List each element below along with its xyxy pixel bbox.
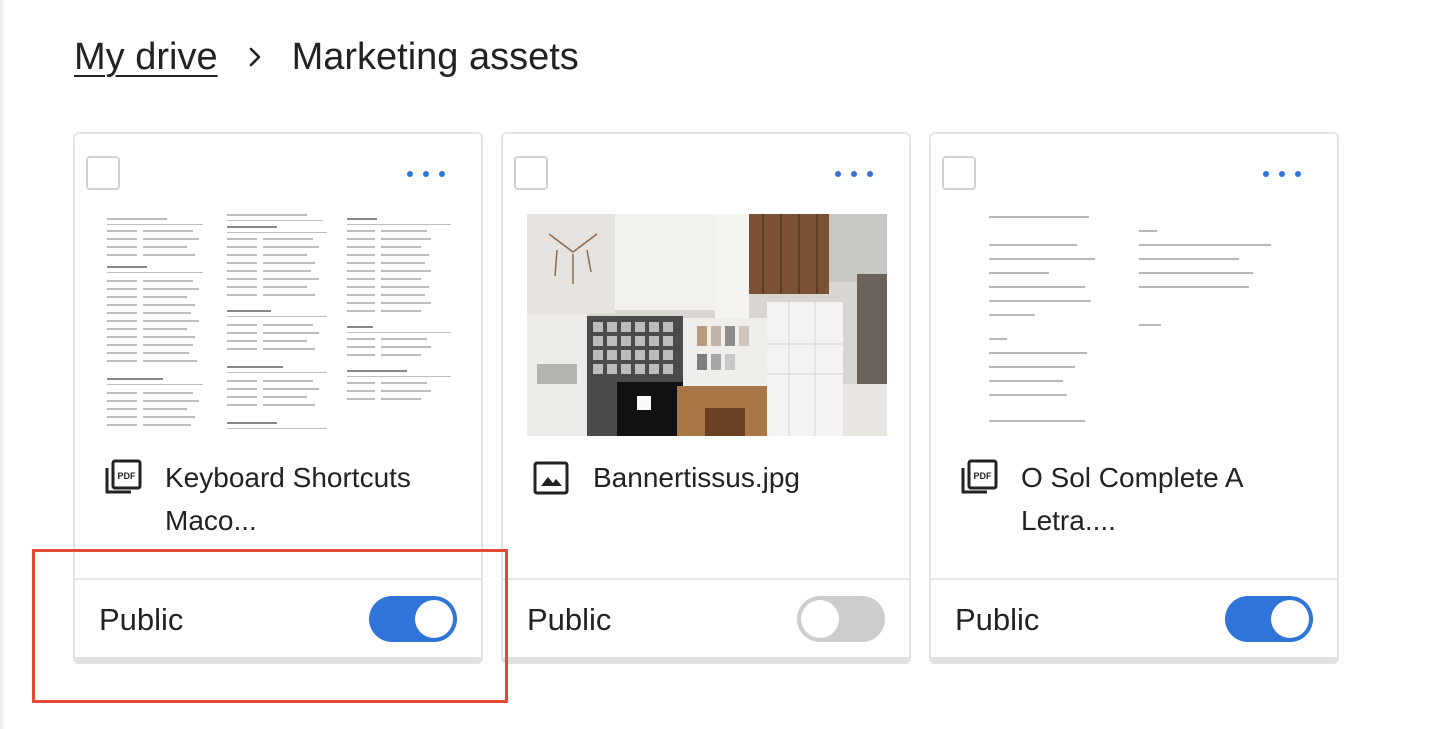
file-select-checkbox[interactable]	[942, 156, 976, 190]
pdf-file-icon: PDF	[103, 458, 143, 498]
image-file-icon	[531, 458, 571, 498]
svg-text:PDF: PDF	[974, 471, 993, 481]
more-horizontal-icon[interactable]	[1263, 164, 1301, 184]
file-name-row[interactable]: PDF O Sol Complete A Letra....	[959, 456, 1317, 542]
file-select-checkbox[interactable]	[514, 156, 548, 190]
more-horizontal-icon[interactable]	[407, 164, 445, 184]
public-toggle[interactable]	[369, 596, 457, 642]
pdf-file-icon: PDF	[959, 458, 999, 498]
svg-text:PDF: PDF	[118, 471, 137, 481]
file-name[interactable]: Keyboard Shortcuts Maco...	[165, 456, 461, 542]
public-label: Public	[99, 602, 184, 637]
pdf-thumbnail-keyboard-shortcuts[interactable]	[99, 214, 459, 436]
file-select-checkbox[interactable]	[86, 156, 120, 190]
page-edge-shadow	[0, 0, 6, 729]
pdf-thumbnail-o-sol-lyrics[interactable]	[955, 214, 1315, 436]
more-horizontal-icon[interactable]	[835, 164, 873, 184]
file-name-row[interactable]: PDF Keyboard Shortcuts Maco...	[103, 456, 461, 542]
card-footer: Public	[75, 578, 481, 657]
toggle-knob	[415, 600, 453, 638]
file-name[interactable]: Bannertissus.jpg	[593, 456, 800, 499]
breadcrumb-current-folder: Marketing assets	[291, 35, 579, 78]
file-card[interactable]: PDF Keyboard Shortcuts Maco... Public	[73, 132, 483, 664]
breadcrumb: My drive Marketing assets	[74, 32, 579, 82]
toggle-knob	[801, 600, 839, 638]
public-toggle[interactable]	[797, 596, 885, 642]
card-footer: Public	[503, 578, 909, 657]
file-card[interactable]: PDF O Sol Complete A Letra.... Public	[929, 132, 1339, 664]
file-card[interactable]: Bannertissus.jpg Public	[501, 132, 911, 664]
breadcrumb-my-drive-link[interactable]: My drive	[74, 36, 218, 79]
file-name[interactable]: O Sol Complete A Letra....	[1021, 456, 1317, 542]
chevron-right-icon	[248, 46, 262, 68]
public-toggle[interactable]	[1225, 596, 1313, 642]
card-footer: Public	[931, 578, 1337, 657]
file-name-row[interactable]: Bannertissus.jpg	[531, 456, 889, 499]
public-label: Public	[955, 602, 1040, 637]
toggle-knob	[1271, 600, 1309, 638]
image-thumbnail-bannertissus[interactable]	[527, 214, 887, 436]
public-label: Public	[527, 602, 612, 637]
